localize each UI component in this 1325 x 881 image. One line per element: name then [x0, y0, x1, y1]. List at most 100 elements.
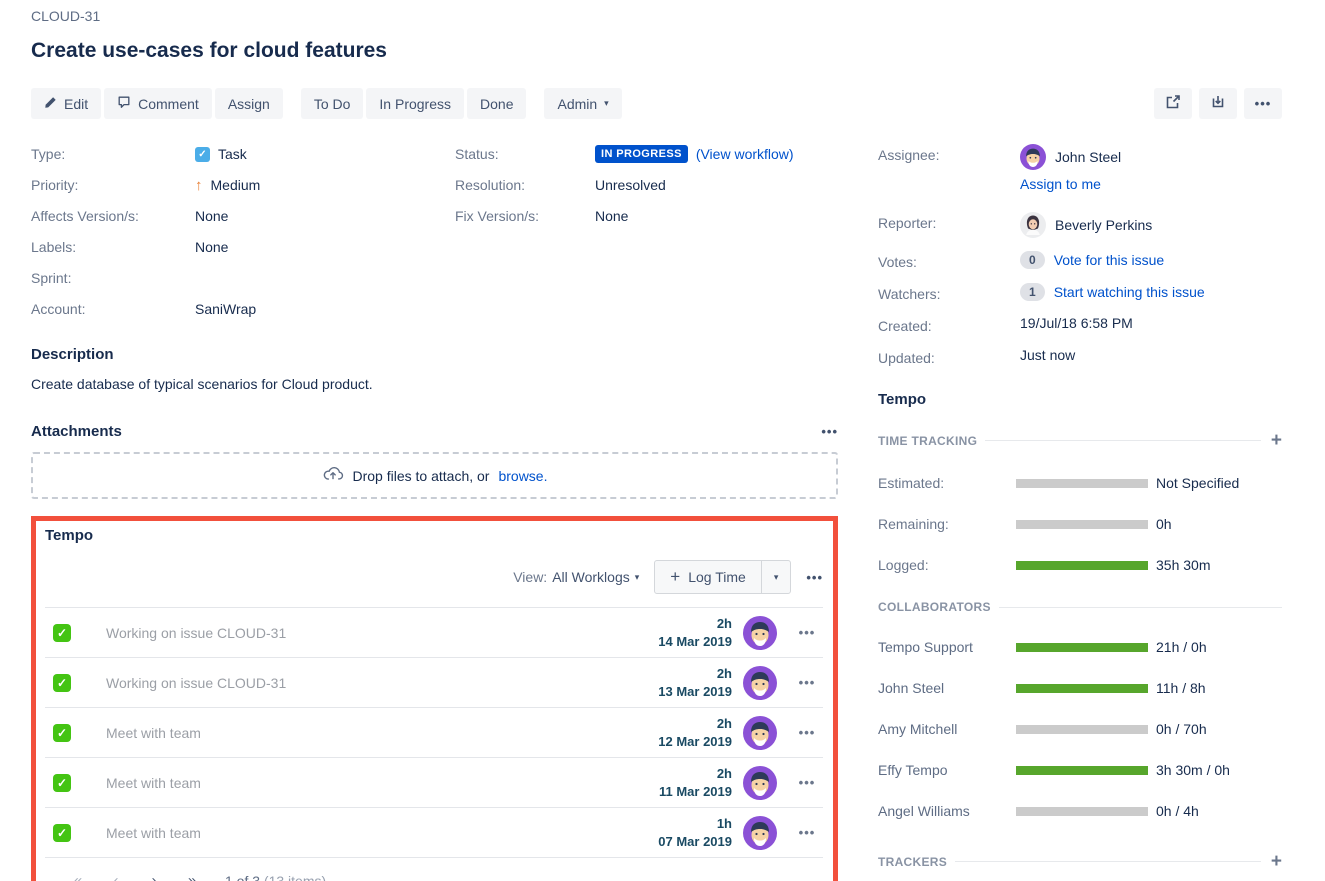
- view-workflow-link[interactable]: (View workflow): [696, 146, 794, 162]
- sidebar: Assignee: John Steel Assign to me Report…: [878, 144, 1282, 881]
- todo-transition-button[interactable]: To Do: [301, 88, 364, 119]
- collaborator-hours: 21h / 0h: [1156, 639, 1207, 655]
- add-tracker-button[interactable]: +: [1271, 852, 1282, 871]
- description-text: Create database of typical scenarios for…: [31, 376, 838, 392]
- avatar[interactable]: [743, 666, 777, 700]
- share-button[interactable]: [1154, 88, 1192, 119]
- approved-checkbox-icon[interactable]: ✓: [53, 824, 71, 842]
- created-field: Created: 19/Jul/18 6:58 PM: [878, 315, 1282, 334]
- collaborator-name: Tempo Support: [878, 639, 1016, 655]
- approved-checkbox-icon[interactable]: ✓: [53, 674, 71, 692]
- workflow-button-group: To Do In Progress Done: [301, 88, 527, 119]
- avatar[interactable]: [743, 766, 777, 800]
- next-page-button[interactable]: ›: [135, 872, 173, 881]
- avatar[interactable]: [743, 616, 777, 650]
- collaborator-name: Angel Williams: [878, 803, 1016, 819]
- assignee-field: Assignee: John Steel: [878, 144, 1282, 170]
- collaborators-heading: COLLABORATORS: [878, 600, 991, 614]
- progress-bar: [1016, 643, 1148, 652]
- view-worklogs-dropdown[interactable]: View: All Worklogs ▾: [513, 569, 639, 585]
- approved-checkbox-icon[interactable]: ✓: [53, 624, 71, 642]
- collaborator-name: Effy Tempo: [878, 762, 1016, 778]
- avatar[interactable]: [743, 716, 777, 750]
- last-page-button[interactable]: »: [173, 872, 211, 881]
- collaborator-name: Amy Mitchell: [878, 721, 1016, 737]
- view-value: All Worklogs: [552, 569, 630, 585]
- more-actions-button[interactable]: •••: [1244, 88, 1282, 119]
- worklog-row: ✓ Meet with team 1h 07 Mar 2019 •••: [45, 808, 823, 858]
- field-resolution: Resolution: Unresolved: [455, 175, 838, 195]
- assign-to-me-link[interactable]: Assign to me: [1020, 176, 1101, 192]
- export-button[interactable]: [1199, 88, 1237, 119]
- progress-bar: [1016, 561, 1148, 570]
- tempo-panel-more-button[interactable]: •••: [806, 570, 823, 585]
- vote-link[interactable]: Vote for this issue: [1054, 252, 1165, 268]
- progress-bar: [1016, 520, 1148, 529]
- worklog-row: ✓ Working on issue CLOUD-31 2h 14 Mar 20…: [45, 608, 823, 658]
- worklog-description: Meet with team: [106, 725, 201, 741]
- worklog-description: Working on issue CLOUD-31: [106, 625, 286, 641]
- field-account: Account: SaniWrap: [31, 299, 455, 319]
- comment-bubble-icon: [117, 95, 131, 112]
- toolbar-right-group: •••: [1154, 88, 1282, 119]
- chevron-down-icon: ▾: [635, 572, 640, 583]
- worklog-more-button[interactable]: •••: [793, 825, 821, 840]
- done-transition-button[interactable]: Done: [467, 88, 526, 119]
- edit-button[interactable]: Edit: [31, 88, 101, 119]
- done-button-label: Done: [480, 96, 513, 112]
- tempo-panel-heading: Tempo: [45, 527, 823, 544]
- assignee-name[interactable]: John Steel: [1055, 149, 1121, 165]
- approved-checkbox-icon[interactable]: ✓: [53, 724, 71, 742]
- time-tracking-heading: TIME TRACKING: [878, 434, 977, 448]
- field-affects-versions: Affects Version/s: None: [31, 206, 455, 226]
- fix-versions-value: None: [595, 208, 628, 224]
- chevron-down-icon: ▾: [604, 98, 609, 109]
- progress-bar: [1016, 725, 1148, 734]
- priority-value: Medium: [211, 177, 261, 193]
- assignee-avatar[interactable]: [1020, 144, 1046, 170]
- comment-button[interactable]: Comment: [104, 88, 212, 119]
- affects-versions-value: None: [195, 208, 228, 224]
- worklog-description: Working on issue CLOUD-31: [106, 675, 286, 691]
- avatar[interactable]: [743, 816, 777, 850]
- add-time-tracking-button[interactable]: +: [1271, 431, 1282, 450]
- admin-menu-button[interactable]: Admin ▾: [544, 88, 621, 119]
- collaborator-row: John Steel 11h / 8h: [878, 680, 1282, 696]
- worklog-date: 11 Mar 2019: [659, 783, 732, 801]
- browse-link[interactable]: browse.: [498, 468, 547, 484]
- attachments-heading: Attachments: [31, 423, 122, 440]
- worklog-more-button[interactable]: •••: [793, 675, 821, 690]
- log-time-button[interactable]: + Log Time: [655, 561, 761, 593]
- priority-label: Priority:: [31, 177, 195, 193]
- worklog-more-button[interactable]: •••: [793, 625, 821, 640]
- pencil-icon: [44, 96, 57, 112]
- watchers-field: Watchers: 1 Start watching this issue: [878, 283, 1282, 302]
- worklog-more-button[interactable]: •••: [793, 775, 821, 790]
- worklog-row: ✓ Meet with team 2h 11 Mar 2019 •••: [45, 758, 823, 808]
- worklog-date: 12 Mar 2019: [658, 733, 732, 751]
- status-badge: IN PROGRESS: [595, 145, 688, 163]
- log-time-dropdown-button[interactable]: ▾: [761, 561, 791, 593]
- reporter-name[interactable]: Beverly Perkins: [1055, 217, 1152, 233]
- approved-checkbox-icon[interactable]: ✓: [53, 774, 71, 792]
- attachments-more-button[interactable]: •••: [821, 424, 838, 439]
- action-button-group: Edit Comment Assign: [31, 88, 283, 119]
- watch-link[interactable]: Start watching this issue: [1054, 284, 1205, 300]
- collaborator-row: Tempo Support 21h / 0h: [878, 639, 1282, 655]
- in-progress-transition-button[interactable]: In Progress: [366, 88, 464, 119]
- progress-bar: [1016, 684, 1148, 693]
- attachment-dropzone[interactable]: Drop files to attach, or browse.: [31, 452, 838, 499]
- cloud-upload-icon: [322, 463, 344, 488]
- details-right-group: Status: IN PROGRESS (View workflow) Reso…: [455, 144, 838, 330]
- reporter-label: Reporter:: [878, 212, 1020, 231]
- type-label: Type:: [31, 146, 195, 162]
- breadcrumb[interactable]: CLOUD-31: [31, 8, 1282, 24]
- field-status: Status: IN PROGRESS (View workflow): [455, 144, 838, 164]
- assign-button[interactable]: Assign: [215, 88, 283, 119]
- first-page-button[interactable]: «: [59, 872, 97, 881]
- worklog-more-button[interactable]: •••: [793, 725, 821, 740]
- previous-page-button[interactable]: ‹: [97, 872, 135, 881]
- labels-value: None: [195, 239, 228, 255]
- reporter-avatar[interactable]: [1020, 212, 1046, 238]
- description-heading: Description: [31, 346, 838, 363]
